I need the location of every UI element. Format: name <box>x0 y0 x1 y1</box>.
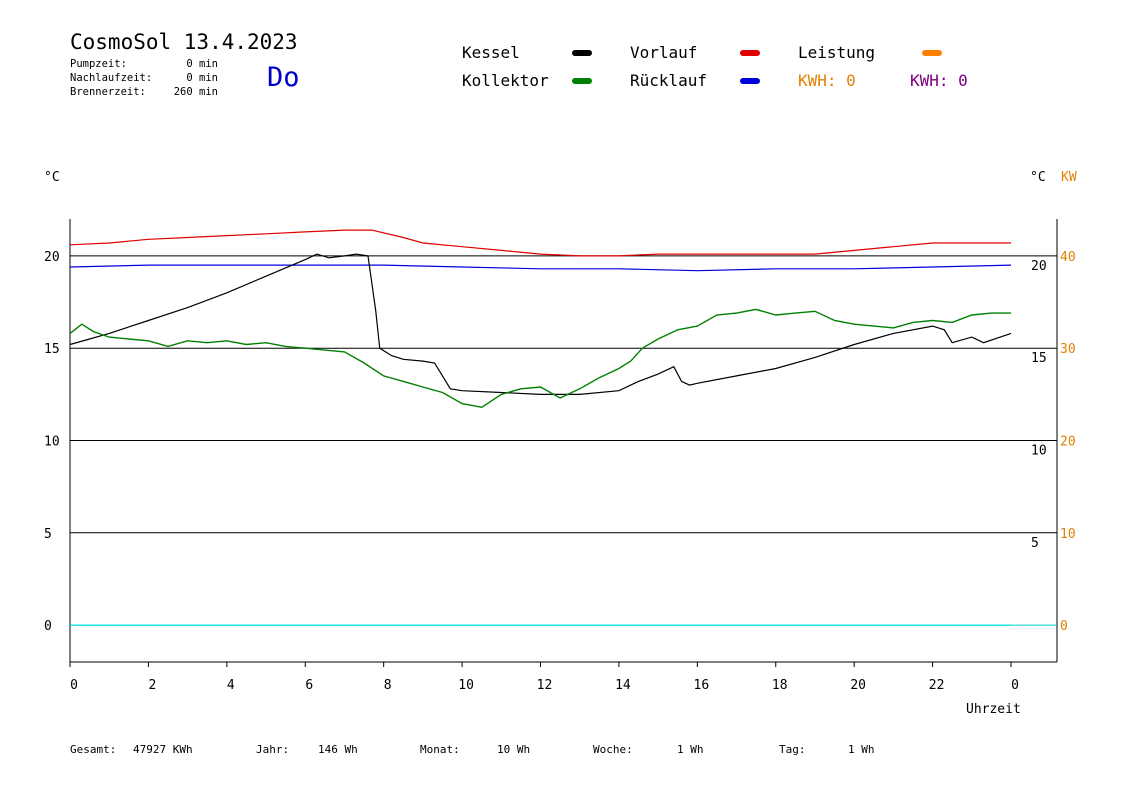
series-line-3 <box>69 308 1011 409</box>
y-right-tick-15: 15 <box>1031 351 1047 366</box>
x-tick-label-12: 0 <box>1011 678 1019 693</box>
x-axis-label: Uhrzeit <box>966 702 1021 717</box>
y-right-tick-10: 10 <box>1031 444 1047 459</box>
footer-monat-value: 10 Wh <box>497 743 531 756</box>
x-tick-label-4: 8 <box>384 678 392 693</box>
y-right2-tick-40: 40 <box>1060 250 1076 265</box>
y-right2-tick-0: 0 <box>1060 619 1068 634</box>
y-right2-tick-10: 10 <box>1060 527 1076 542</box>
footer-tag-value: 1 Wh <box>848 743 875 756</box>
footer-jahr-value: 146 Wh <box>318 743 358 756</box>
x-tick-label-11: 22 <box>929 678 945 693</box>
footer-tag-label: Tag: <box>779 743 806 756</box>
y-left-tick-20: 20 <box>44 250 60 265</box>
footer-woche-value: 1 Wh <box>677 743 704 756</box>
series-line-0 <box>69 229 1011 257</box>
footer-monat-label: Monat: <box>420 743 460 756</box>
y-left-tick-15: 15 <box>44 342 60 357</box>
x-tick-label-7: 14 <box>615 678 631 693</box>
x-tick-label-9: 18 <box>772 678 788 693</box>
x-tick-label-3: 6 <box>305 678 313 693</box>
x-tick-label-10: 20 <box>850 678 866 693</box>
x-tick-label-8: 16 <box>694 678 710 693</box>
x-tick-label-1: 2 <box>149 678 157 693</box>
y-right2-tick-30: 30 <box>1060 342 1076 357</box>
y-left-tick-10: 10 <box>44 435 60 450</box>
series-line-2 <box>69 253 1012 395</box>
y-right-tick-5: 5 <box>1031 536 1039 551</box>
x-tick-label-2: 4 <box>227 678 235 693</box>
y-left-tick-0: 0 <box>44 619 52 634</box>
line-chart: 0 5 10 15 20 5 10 15 20 0 10 20 30 40 0 2 4 6 8 10 12 14 16 18 2… <box>44 219 1076 693</box>
series-line-1 <box>69 264 1012 272</box>
x-tick-label-5: 10 <box>458 678 474 693</box>
footer-woche-label: Woche: <box>593 743 633 756</box>
x-tick-label-0: 0 <box>70 678 78 693</box>
y-left-tick-5: 5 <box>44 527 52 542</box>
footer-gesamt-value: 47927 KWh <box>133 743 193 756</box>
y-right2-tick-20: 20 <box>1060 435 1076 450</box>
y-right-tick-20: 20 <box>1031 259 1047 274</box>
footer-gesamt-label: Gesamt: <box>70 743 117 756</box>
footer-jahr-label: Jahr: <box>256 743 290 756</box>
x-tick-label-6: 12 <box>537 678 553 693</box>
